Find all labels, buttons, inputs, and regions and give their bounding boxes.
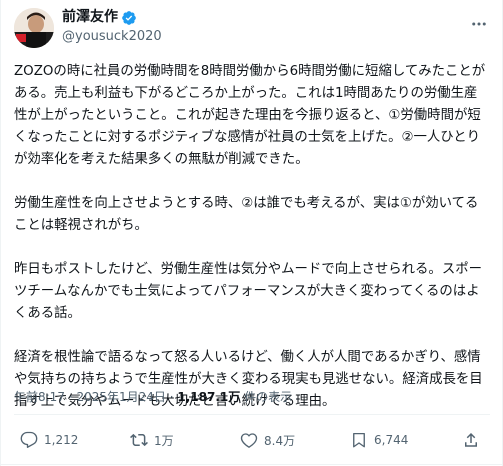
views-label: 件の表示 xyxy=(244,390,293,404)
user-avatar-icon xyxy=(14,8,54,48)
tweet-paragraph: 労働生産性を向上させようとする時、②は誰でも考えるが、実は①が効いてることは軽視… xyxy=(14,196,479,233)
author-name-row[interactable]: 前澤友作 xyxy=(62,8,137,27)
like-button[interactable]: 8.4万 xyxy=(240,425,295,455)
more-options-icon[interactable] xyxy=(469,14,489,34)
repost-count: 1万 xyxy=(154,433,174,448)
tweet-metadata: 午前8:17 · 2025年1月24日 · 1,187.1万 件の表示 xyxy=(14,388,292,406)
reply-icon xyxy=(20,431,38,448)
verified-badge-icon[interactable] xyxy=(121,10,137,26)
tweet-date[interactable]: 2025年1月24日 xyxy=(76,390,165,404)
tweet-paragraph: 昨日もポストしたけど、労働生産性は気分やムードで向上させられる。スポーツチームな… xyxy=(14,262,482,321)
bookmark-icon xyxy=(353,432,365,448)
meta-separator: · xyxy=(169,390,174,404)
author-display-name[interactable]: 前澤友作 xyxy=(62,8,118,27)
tweet-header: 前澤友作 @yousuck2020 xyxy=(0,0,503,56)
bookmark-count: 6,744 xyxy=(374,433,409,447)
share-icon xyxy=(465,432,477,447)
bottom-divider xyxy=(0,464,503,465)
tweet-paragraph: ZOZOの時に社員の労働時間を8時間労働から6時間労働に短縮してみたことがある。… xyxy=(14,64,486,167)
like-heart-icon xyxy=(240,433,258,448)
views-count: 1,187.1万 xyxy=(177,390,241,404)
reply-button[interactable]: 1,212 xyxy=(20,425,78,455)
like-count: 8.4万 xyxy=(264,433,296,448)
repost-button[interactable]: 1万 xyxy=(130,425,174,455)
tweet-text: ZOZOの時に社員の労働時間を8時間労働から6時間労働に短縮してみたことがある。… xyxy=(14,61,490,413)
reply-count: 1,212 xyxy=(44,433,79,447)
author-handle[interactable]: @yousuck2020 xyxy=(62,28,162,45)
tweet-time[interactable]: 午前8:17 xyxy=(14,390,65,404)
action-bar: 1,212 1万 8.4万 6,744 xyxy=(14,425,490,455)
left-border xyxy=(0,0,1,466)
bookmark-button[interactable]: 6,744 xyxy=(350,425,408,455)
divider xyxy=(14,414,490,415)
share-button[interactable] xyxy=(462,425,480,455)
repost-icon xyxy=(130,433,148,447)
avatar[interactable] xyxy=(14,8,54,48)
